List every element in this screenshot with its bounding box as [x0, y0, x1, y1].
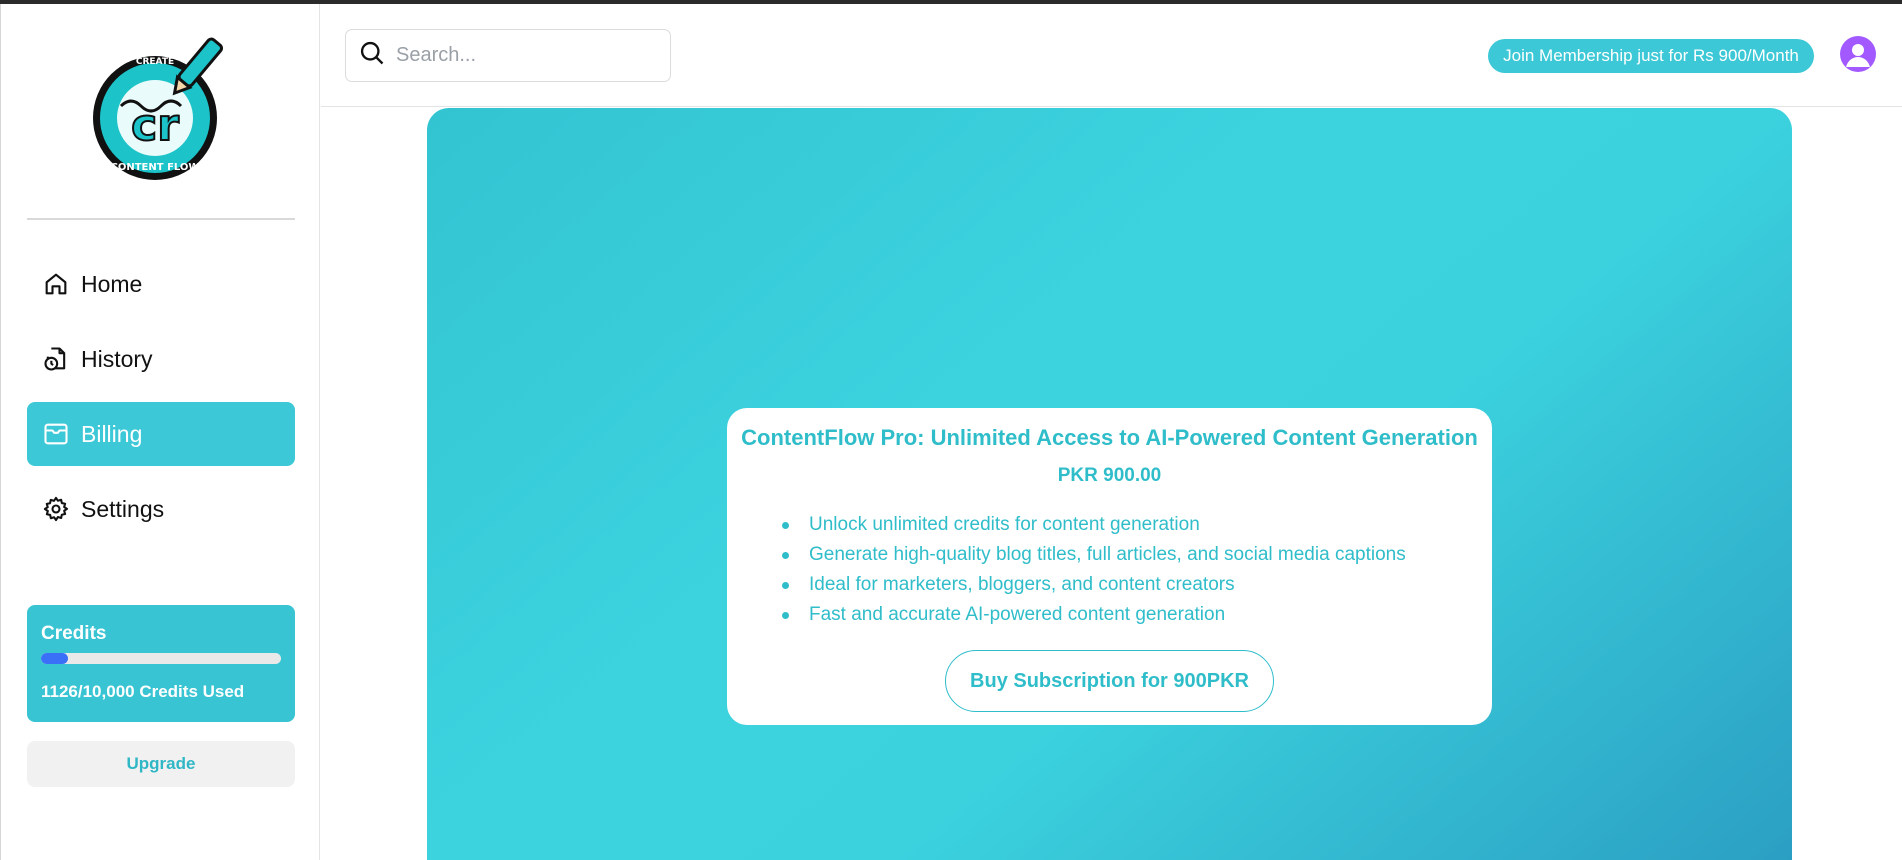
billing-icon: [41, 419, 71, 449]
search-box[interactable]: [345, 29, 671, 82]
search-input[interactable]: [396, 44, 656, 67]
credits-progress-bar: [41, 653, 281, 664]
sidebar-item-home[interactable]: Home: [27, 252, 295, 316]
plan-feature: Fast and accurate AI-powered content gen…: [782, 600, 1492, 630]
credits-card: Credits 1126/10,000 Credits Used: [27, 605, 295, 722]
plan-price: PKR 900.00: [1057, 465, 1162, 486]
credits-title: Credits: [41, 623, 107, 644]
plan-feature: Generate high-quality blog titles, full …: [782, 540, 1492, 570]
plan-feature: Unlock unlimited credits for content gen…: [782, 510, 1492, 540]
sidebar-item-label: Billing: [81, 420, 143, 447]
user-avatar[interactable]: [1840, 36, 1876, 72]
upgrade-button[interactable]: Upgrade: [27, 741, 295, 787]
sidebar-item-label: Settings: [81, 495, 165, 522]
plan-feature: Ideal for marketers, bloggers, and conte…: [782, 570, 1492, 600]
plan-card: ContentFlow Pro: Unlimited Access to AI-…: [727, 408, 1492, 725]
svg-text:CONTENT FLOW: CONTENT FLOW: [111, 162, 200, 173]
sidebar-item-settings[interactable]: Settings: [27, 477, 295, 541]
sidebar-item-label: Home: [81, 270, 143, 297]
plan-features: Unlock unlimited credits for content gen…: [782, 510, 1492, 630]
buy-subscription-button[interactable]: Buy Subscription for 900PKR: [945, 650, 1274, 712]
sidebar: cr CREATE CONTENT FLOW Home History Bill…: [0, 4, 320, 860]
join-membership-button[interactable]: Join Membership just for Rs 900/Month: [1488, 39, 1814, 73]
top-header: Join Membership just for Rs 900/Month: [321, 4, 1902, 107]
sidebar-item-label: History: [81, 345, 153, 372]
history-icon: [41, 344, 71, 374]
plan-title: ContentFlow Pro: Unlimited Access to AI-…: [741, 425, 1478, 450]
gear-icon: [41, 494, 71, 524]
sidebar-divider: [27, 218, 295, 220]
credits-progress-fill: [41, 653, 69, 664]
home-icon: [41, 269, 71, 299]
credits-used-text: 1126/10,000 Credits Used: [41, 682, 245, 701]
sidebar-item-history[interactable]: History: [27, 327, 295, 391]
svg-text:CREATE: CREATE: [136, 57, 174, 67]
sidebar-item-billing[interactable]: Billing: [27, 402, 295, 466]
svg-text:cr: cr: [131, 100, 179, 151]
app-logo[interactable]: cr CREATE CONTENT FLOW: [91, 36, 231, 184]
search-icon: [358, 39, 386, 72]
